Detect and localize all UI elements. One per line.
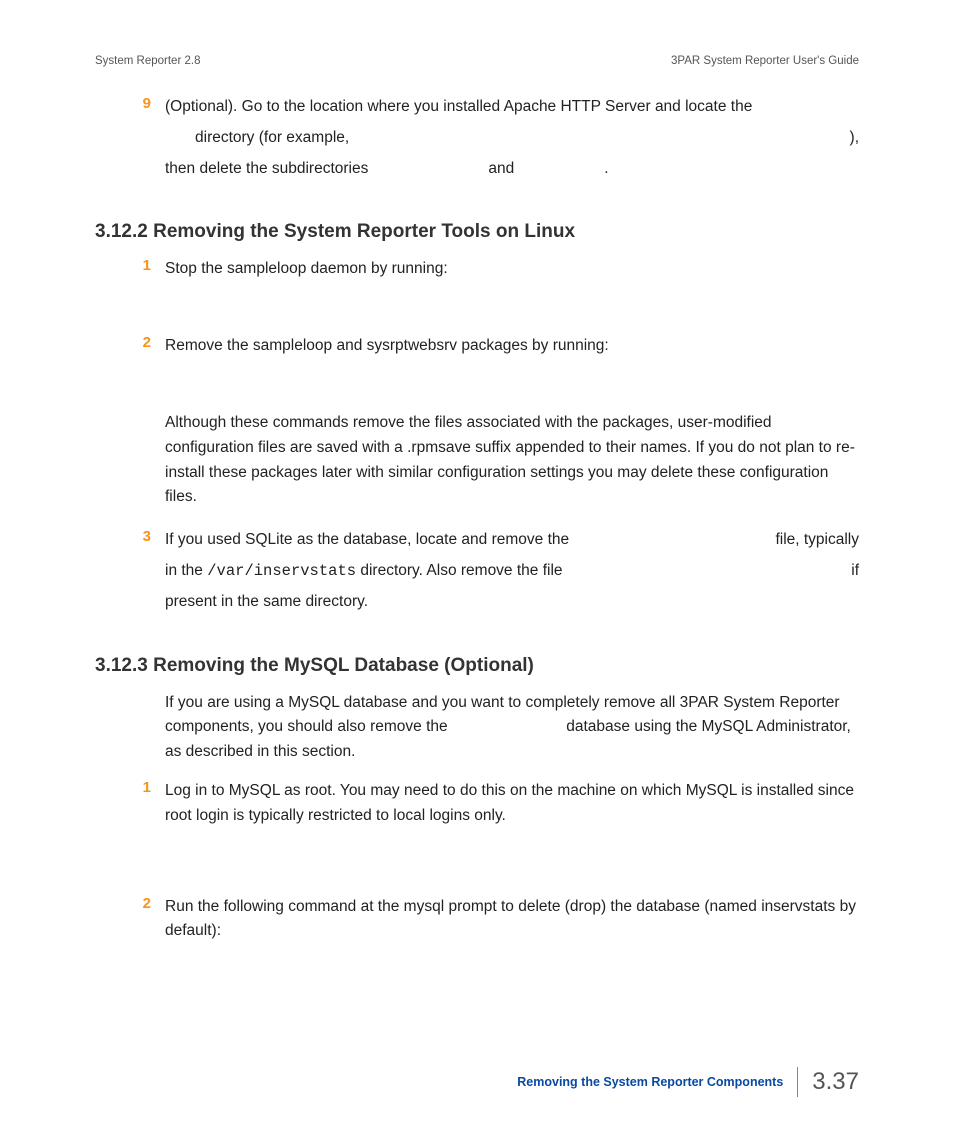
step-body: Remove the sampleloop and sysrptwebsrv p… xyxy=(165,334,859,516)
step-2b: 2 Run the following command at the mysql… xyxy=(95,895,859,945)
text: (Optional). Go to the location where you… xyxy=(165,98,752,115)
text: if xyxy=(851,559,859,584)
step-number: 9 xyxy=(95,95,165,187)
text: . xyxy=(604,160,608,177)
step-2: 2 Remove the sampleloop and sysrptwebsrv… xyxy=(95,334,859,516)
step-body: If you used SQLite as the database, loca… xyxy=(165,528,859,620)
text: present in the same directory. xyxy=(165,590,859,615)
page-footer: Removing the System Reporter Components … xyxy=(517,1067,859,1097)
page-header: System Reporter 2.8 3PAR System Reporter… xyxy=(95,55,859,67)
text: in the /var/inservstats directory. Also … xyxy=(165,559,563,584)
step-number: 1 xyxy=(95,779,165,829)
text: Remove the sampleloop and sysrptwebsrv p… xyxy=(165,334,859,359)
page-number: 3.37 xyxy=(812,1068,859,1096)
text: ), xyxy=(850,126,859,151)
step-number: 2 xyxy=(95,895,165,945)
footer-divider xyxy=(797,1067,798,1097)
text: directory (for example, xyxy=(165,126,349,151)
text: file, typically xyxy=(775,528,859,553)
step-3: 3 If you used SQLite as the database, lo… xyxy=(95,528,859,620)
header-right: 3PAR System Reporter User's Guide xyxy=(671,55,859,67)
step-body: Stop the sampleloop daemon by running: xyxy=(165,257,859,282)
step-number: 2 xyxy=(95,334,165,516)
step-body: Run the following command at the mysql p… xyxy=(165,895,859,945)
text: If you used SQLite as the database, loca… xyxy=(165,528,569,553)
section-intro: If you are using a MySQL database and yo… xyxy=(165,691,859,765)
section-title-3-12-2: 3.12.2 Removing the System Reporter Tool… xyxy=(95,221,859,243)
step-body: Log in to MySQL as root. You may need to… xyxy=(165,779,859,829)
note-text: Although these commands remove the files… xyxy=(165,411,859,510)
step-number: 1 xyxy=(95,257,165,282)
text: then delete the subdirectories xyxy=(165,160,368,177)
footer-title: Removing the System Reporter Components xyxy=(517,1075,783,1089)
step-1b: 1 Log in to MySQL as root. You may need … xyxy=(95,779,859,829)
code-path: /var/inservstats xyxy=(207,562,356,580)
step-body: (Optional). Go to the location where you… xyxy=(165,95,859,187)
step-1: 1 Stop the sampleloop daemon by running: xyxy=(95,257,859,282)
header-left: System Reporter 2.8 xyxy=(95,55,200,67)
text: and xyxy=(488,160,514,177)
section-title-3-12-3: 3.12.3 Removing the MySQL Database (Opti… xyxy=(95,655,859,677)
step-number: 3 xyxy=(95,528,165,620)
step-9: 9 (Optional). Go to the location where y… xyxy=(95,95,859,187)
